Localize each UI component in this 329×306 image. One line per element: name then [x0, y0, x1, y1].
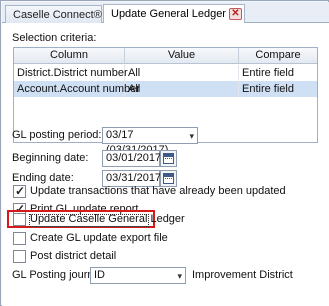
- gl-posting-journal-value: ID: [94, 269, 105, 281]
- checkmark-icon: ✓: [15, 184, 26, 198]
- selection-criteria-label: Selection criteria:: [12, 32, 97, 44]
- cell-compare: Entire field: [242, 67, 294, 79]
- tab-label: Caselle Connect®: [13, 9, 102, 21]
- ending-date-label: Ending date:: [12, 172, 74, 184]
- column-header-value[interactable]: Value: [125, 48, 239, 64]
- cell-column: District.District number: [14, 65, 128, 81]
- calendar-icon[interactable]: [160, 150, 177, 167]
- update-caselle-general-ledger-label[interactable]: Update Caselle General Ledger: [30, 213, 185, 225]
- grid-header: Column Value Compare: [14, 48, 317, 64]
- cell-column: Account.Account number: [14, 81, 140, 97]
- window-frame: Caselle Connect® Update General Ledger ✕…: [0, 0, 329, 306]
- post-district-detail-checkbox[interactable]: [13, 250, 26, 263]
- beginning-date-field[interactable]: 03/01/2017: [102, 150, 161, 167]
- column-header-column[interactable]: Column: [14, 48, 125, 64]
- tab-update-general-ledger[interactable]: Update General Ledger ✕: [103, 4, 245, 24]
- close-icon[interactable]: ✕: [229, 8, 242, 20]
- update-already-updated-checkbox[interactable]: ✓: [13, 184, 26, 198]
- tab-bar: Caselle Connect® Update General Ledger ✕: [2, 2, 329, 24]
- chevron-down-icon: ▾: [189, 131, 194, 141]
- create-gl-update-export-label[interactable]: Create GL update export file: [30, 232, 168, 244]
- cell-value: All: [125, 81, 239, 97]
- gl-posting-period-select[interactable]: 03/17 (03/31/2017) ▾: [102, 127, 198, 156]
- chevron-down-icon: ▾: [177, 271, 182, 281]
- column-header-compare[interactable]: Compare: [239, 48, 317, 64]
- cell-compare: Entire field: [242, 83, 294, 95]
- create-gl-update-export-checkbox[interactable]: [13, 232, 26, 245]
- post-district-detail-label[interactable]: Post district detail: [30, 250, 116, 262]
- tab-caselle-connect[interactable]: Caselle Connect®: [5, 5, 102, 24]
- beginning-date-label: Beginning date:: [12, 152, 89, 164]
- cell-value: All: [125, 65, 239, 81]
- gl-posting-period-label: GL posting period:: [12, 129, 102, 141]
- update-caselle-general-ledger-checkbox[interactable]: [13, 213, 26, 226]
- update-gl-panel: Selection criteria: Column Value Compare…: [2, 23, 329, 306]
- gl-posting-journal-description: Improvement District: [192, 269, 293, 281]
- table-row[interactable]: Account.Account number All Entire field: [14, 81, 317, 97]
- table-row[interactable]: District.District number All Entire fiel…: [14, 65, 317, 81]
- tab-label: Update General Ledger: [111, 8, 226, 20]
- update-already-updated-label[interactable]: Update transactions that have already be…: [30, 185, 286, 197]
- gl-posting-journal-select[interactable]: ID ▾: [90, 267, 186, 284]
